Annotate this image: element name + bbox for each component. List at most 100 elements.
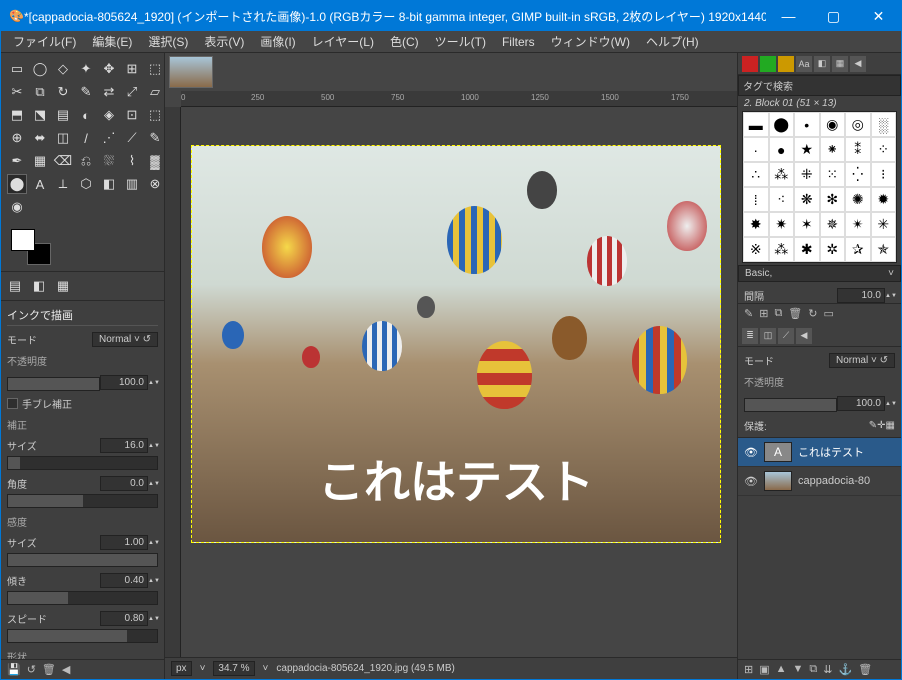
edit-brush-icon[interactable]: ✎ (744, 307, 753, 320)
tool-button[interactable]: ⬒ (7, 105, 27, 125)
delete-preset-icon[interactable]: 🗑 (42, 663, 56, 676)
lower-layer-icon[interactable]: ▼ (793, 663, 804, 676)
tool-button[interactable]: ✦ (76, 59, 96, 79)
channels-tab-icon[interactable]: ◫ (760, 328, 776, 344)
tool-button[interactable]: ▥ (122, 174, 142, 194)
brush-cell[interactable]: ✱ (794, 237, 820, 262)
channel-b-icon[interactable] (778, 56, 794, 72)
tool-button[interactable]: ⌇ (122, 151, 142, 171)
brush-cell[interactable]: ░ (871, 112, 897, 137)
tool-button[interactable]: ▱ (145, 82, 165, 102)
tool-button[interactable]: ▦ (30, 151, 50, 171)
del-brush-icon[interactable]: 🗑 (788, 307, 802, 320)
brush-cell[interactable]: ⁂ (769, 162, 795, 187)
tool-button[interactable]: ▤ (53, 105, 73, 125)
sens-size-input[interactable] (100, 535, 148, 550)
unit-select[interactable]: px (171, 661, 192, 676)
dock-opt-icon[interactable]: ◧ (29, 276, 49, 296)
menu-filters[interactable]: Filters (496, 33, 541, 51)
tool-button[interactable]: ⟂ (53, 174, 73, 194)
lock-alpha-icon[interactable]: ▦ (886, 420, 895, 431)
dock-opt-icon[interactable]: ▤ (5, 276, 25, 296)
brush-cell[interactable]: ✴ (845, 212, 871, 237)
tool-button[interactable]: ◧ (99, 174, 119, 194)
new-group-icon[interactable]: ▣ (759, 663, 769, 676)
tool-button[interactable]: ⬔ (30, 105, 50, 125)
brush-cell[interactable]: ⁝ (871, 162, 897, 187)
delete-layer-icon[interactable]: 🗑 (858, 663, 872, 676)
new-brush-icon[interactable]: ⊞ (759, 307, 768, 320)
tool-button[interactable]: ◇ (53, 59, 73, 79)
brush-cell[interactable]: ⁛ (845, 162, 871, 187)
tool-button[interactable]: ▓ (145, 151, 165, 171)
brush-tab-icon[interactable]: ◧ (814, 56, 830, 72)
refresh-brush-icon[interactable]: ↻ (808, 307, 817, 320)
text-tab-icon[interactable]: Aa (796, 56, 812, 72)
ruler-horizontal[interactable]: 02505007501000125015001750 (181, 91, 737, 107)
canvas-viewport[interactable]: これはテスト (181, 107, 737, 657)
lock-pixel-icon[interactable]: ✎ (869, 420, 877, 431)
brush-cell[interactable]: ✰ (845, 237, 871, 262)
tool-button[interactable]: ⎌ (76, 151, 96, 171)
brush-cell[interactable]: ▬ (743, 112, 769, 137)
dup-layer-icon[interactable]: ⧉ (809, 663, 817, 676)
layers-tab-icon[interactable]: ≣ (742, 328, 758, 344)
tool-button[interactable]: ⟋ (122, 128, 142, 148)
raise-layer-icon[interactable]: ▲ (776, 663, 787, 676)
tool-button[interactable]: ◫ (53, 128, 73, 148)
tool-button[interactable]: ↻ (53, 82, 73, 102)
opacity-slider[interactable] (7, 377, 100, 391)
new-layer-icon[interactable]: ⊞ (744, 663, 753, 676)
brush-cell[interactable]: ✵ (820, 212, 846, 237)
menu-color[interactable]: 色(C) (384, 31, 425, 52)
tool-button[interactable]: ⬚ (145, 105, 165, 125)
brush-cell[interactable]: ★ (794, 137, 820, 162)
brush-cell[interactable]: ✲ (820, 237, 846, 262)
brush-cell[interactable]: ⁙ (820, 162, 846, 187)
brush-cell[interactable]: ✳ (871, 212, 897, 237)
tool-button[interactable]: ◯ (30, 59, 50, 79)
sens-size-slider[interactable] (7, 553, 158, 567)
brush-search[interactable]: タグで検索 (738, 75, 901, 96)
layer-row[interactable]: 👁cappadocia-80 (738, 467, 901, 496)
brush-cell[interactable]: · (743, 137, 769, 162)
tool-button[interactable]: ⤢ (122, 82, 142, 102)
tool-button[interactable]: ⊡ (122, 105, 142, 125)
brush-cell[interactable]: ⁘ (871, 137, 897, 162)
tool-button[interactable]: ✥ (99, 59, 119, 79)
open-brush-icon[interactable]: ▭ (823, 307, 833, 320)
menu-select[interactable]: 選択(S) (142, 31, 194, 52)
brush-cell[interactable]: ✺ (845, 187, 871, 212)
tool-button[interactable]: ◉ (7, 197, 27, 217)
tool-button[interactable]: ⊗ (145, 174, 165, 194)
save-preset-icon[interactable]: 💾 (7, 663, 21, 676)
dup-brush-icon[interactable]: ⧉ (774, 307, 782, 320)
speed-slider[interactable] (7, 629, 158, 643)
brush-cell[interactable]: ※ (743, 237, 769, 262)
tool-button[interactable]: ◐ (76, 105, 96, 125)
visibility-icon[interactable]: 👁 (744, 446, 758, 459)
opacity-input[interactable] (100, 375, 148, 390)
tool-button[interactable]: A (30, 174, 50, 194)
tool-button[interactable]: ▭ (7, 59, 27, 79)
brush-cell[interactable]: ✶ (794, 212, 820, 237)
brush-cell[interactable]: ✷ (769, 212, 795, 237)
visibility-icon[interactable]: 👁 (744, 475, 758, 488)
menu-file[interactable]: ファイル(F) (7, 31, 82, 52)
menu-window[interactable]: ウィンドウ(W) (545, 31, 636, 52)
shake-correction-check[interactable]: 手ブレ補正 (7, 396, 158, 411)
tool-button[interactable]: ⬚ (145, 59, 165, 79)
menu-help[interactable]: ヘルプ(H) (640, 31, 705, 52)
channel-g-icon[interactable] (760, 56, 776, 72)
menu-edit[interactable]: 編集(E) (86, 31, 138, 52)
canvas[interactable]: これはテスト (191, 145, 721, 543)
tool-button[interactable]: ◈ (99, 105, 119, 125)
brush-cell[interactable]: ⁕ (820, 137, 846, 162)
brush-cell[interactable]: ✻ (820, 187, 846, 212)
brush-cell[interactable]: ✸ (743, 212, 769, 237)
brush-cell[interactable]: ◎ (845, 112, 871, 137)
brush-cell[interactable]: ✹ (871, 187, 897, 212)
layer-mode-select[interactable]: Normal ˅ ↺ (829, 353, 895, 368)
foreground-color[interactable] (11, 229, 35, 251)
angle-input[interactable] (100, 476, 148, 491)
